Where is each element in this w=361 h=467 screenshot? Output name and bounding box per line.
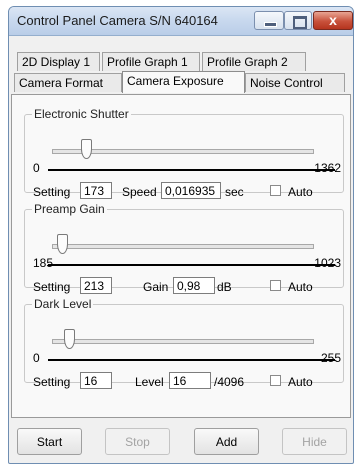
dark-level-value: 16 — [169, 372, 211, 389]
tab-camera-exposure[interactable]: Camera Exposure — [122, 71, 245, 93]
dark-level-group: Dark Level 0 255 Setting 16 Level 16 /40… — [24, 297, 344, 389]
gain-slider-thumb[interactable] — [56, 234, 68, 254]
gain-value: 0,98 — [173, 277, 215, 294]
dark-auto-checkbox[interactable] — [270, 375, 281, 386]
maximize-button[interactable] — [284, 11, 312, 30]
dark-setting-label: Setting — [33, 375, 71, 389]
shutter-range-line — [48, 169, 335, 171]
shutter-speed-label: Speed — [122, 185, 157, 199]
minimize-button[interactable] — [254, 11, 284, 30]
gain-auto-label: Auto — [288, 280, 313, 294]
title-bar[interactable]: Control Panel Camera S/N 640164 x — [9, 7, 353, 36]
start-button[interactable]: Start — [17, 428, 82, 455]
gain-auto-checkbox[interactable] — [270, 280, 281, 291]
shutter-min-label: 0 — [33, 161, 40, 175]
shutter-unit-label: sec — [225, 185, 244, 199]
dark-range-line — [48, 359, 335, 361]
tab-strip: 2D Display 1 Profile Graph 1 Profile Gra… — [9, 35, 353, 95]
dark-min-label: 0 — [33, 351, 40, 365]
tab-profile-graph-2[interactable]: Profile Graph 2 — [202, 52, 306, 71]
shutter-auto-label: Auto — [288, 185, 313, 199]
add-button[interactable]: Add — [194, 428, 259, 455]
gain-value-label: Gain — [143, 280, 169, 294]
gain-min-label: 185 — [33, 256, 54, 270]
camera-exposure-panel: Electronic Shutter 0 1362 Setting 173 Sp… — [11, 94, 351, 418]
shutter-slider-thumb[interactable] — [81, 139, 93, 159]
tab-noise-control[interactable]: Noise Control — [245, 73, 345, 92]
gain-max-label: 1023 — [314, 256, 341, 270]
dark-level-label: Level — [135, 375, 164, 389]
gain-slider-track[interactable] — [52, 244, 314, 249]
gain-unit-label: dB — [217, 280, 232, 294]
hide-button[interactable]: Hide — [282, 428, 347, 455]
electronic-shutter-group: Electronic Shutter 0 1362 Setting 173 Sp… — [24, 107, 344, 199]
camera-control-window: Control Panel Camera S/N 640164 x 2D Dis… — [8, 6, 354, 464]
dark-unit-label: /4096 — [214, 375, 245, 389]
gain-setting-input[interactable]: 213 — [80, 277, 112, 294]
minimize-icon — [264, 22, 277, 27]
tab-camera-format[interactable]: Camera Format — [14, 73, 122, 92]
dark-max-label: 255 — [320, 351, 341, 365]
shutter-setting-label: Setting — [33, 185, 71, 199]
dark-auto-label: Auto — [288, 375, 313, 389]
shutter-auto-checkbox[interactable] — [270, 185, 281, 196]
tab-profile-graph-1[interactable]: Profile Graph 1 — [102, 52, 200, 71]
group-title: Dark Level — [34, 297, 92, 311]
stop-button[interactable]: Stop — [105, 428, 170, 455]
button-bar: Start Stop Add Hide — [9, 428, 353, 460]
group-title: Preamp Gain — [34, 202, 105, 216]
close-icon: x — [329, 12, 337, 28]
shutter-speed-value: 0,016935 — [161, 182, 221, 199]
dark-setting-input[interactable]: 16 — [80, 372, 112, 389]
dark-slider-thumb[interactable] — [64, 329, 76, 349]
tab-2d-display-1[interactable]: 2D Display 1 — [17, 52, 100, 71]
preamp-gain-group: Preamp Gain 185 1023 Setting 213 Gain 0,… — [24, 202, 344, 294]
shutter-max-label: 1362 — [314, 161, 341, 175]
dark-slider-track[interactable] — [52, 339, 314, 344]
close-button[interactable]: x — [313, 11, 353, 30]
maximize-icon — [293, 16, 307, 29]
window-title: Control Panel Camera S/N 640164 — [17, 13, 218, 28]
gain-range-line — [48, 264, 335, 266]
shutter-setting-input[interactable]: 173 — [80, 182, 112, 199]
gain-setting-label: Setting — [33, 280, 71, 294]
group-title: Electronic Shutter — [34, 107, 129, 121]
